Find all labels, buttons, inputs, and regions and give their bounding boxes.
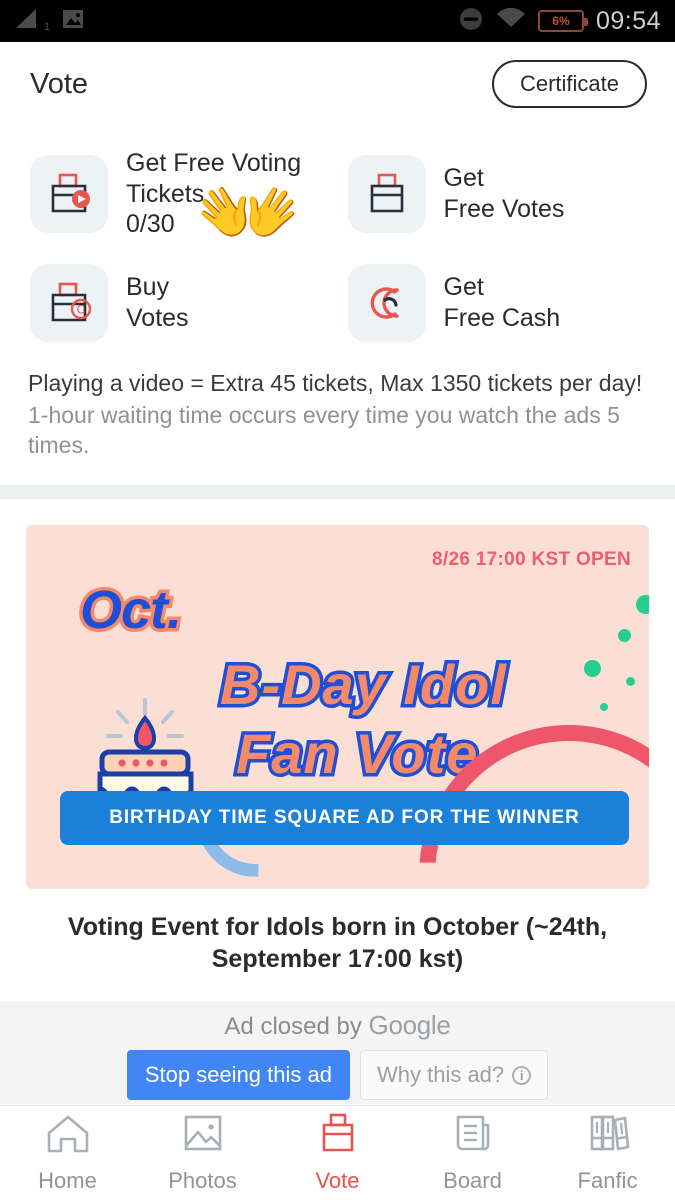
page-header: Vote Certificate bbox=[0, 42, 675, 126]
ad-closed-text: Ad closed by bbox=[224, 1013, 369, 1040]
event-title: Voting Event for Idols born in October (… bbox=[67, 912, 608, 974]
winner-banner-text: BIRTHDAY TIME SQUARE AD FOR THE WINNER bbox=[109, 806, 580, 828]
notice-block: Playing a video = Extra 45 tickets, Max … bbox=[0, 354, 675, 461]
google-brand-text: Google bbox=[368, 1010, 451, 1040]
nav-label: Home bbox=[38, 1167, 97, 1193]
status-bar: 1 6% 09:54 bbox=[0, 0, 675, 42]
bottom-navigation: Home Photos Vote Board Fanfic bbox=[0, 1105, 675, 1200]
info-icon: i bbox=[512, 1065, 532, 1085]
board-icon bbox=[450, 1113, 496, 1161]
home-icon bbox=[45, 1113, 91, 1161]
nav-item-photos[interactable]: Photos bbox=[135, 1113, 270, 1194]
nav-item-fanfic[interactable]: Fanfic bbox=[540, 1113, 675, 1194]
svg-text:C: C bbox=[77, 302, 86, 316]
notice-main-text: Playing a video = Extra 45 tickets, Max … bbox=[28, 369, 643, 396]
status-bar-right: 6% 09:54 bbox=[458, 6, 661, 37]
tile-label: Get Free Cash bbox=[443, 273, 561, 332]
signal-bars-icon bbox=[14, 7, 42, 36]
tile-get-free-votes[interactable]: Get Free Votes bbox=[338, 136, 656, 252]
battery-icon: 6% bbox=[537, 10, 588, 32]
notice-sub-text: 1-hour waiting time occurs every time yo… bbox=[28, 401, 620, 459]
ballot-box-play-icon bbox=[30, 154, 108, 233]
stop-seeing-this-ad-button[interactable]: Stop seeing this ad bbox=[126, 1050, 350, 1100]
ballot-box-icon bbox=[315, 1113, 361, 1161]
battery-percent: 6% bbox=[552, 14, 570, 28]
photos-icon bbox=[180, 1113, 226, 1161]
status-bar-clock: 09:54 bbox=[595, 6, 661, 35]
tile-label: Get Free Voting Tickets 0/30 bbox=[126, 149, 302, 238]
banner-title-line1: B-Day Idol bbox=[217, 649, 510, 719]
nav-label: Board bbox=[443, 1167, 502, 1193]
banner-title-line2: Fan Vote bbox=[232, 718, 480, 788]
nav-item-home[interactable]: Home bbox=[0, 1113, 135, 1194]
photo-icon bbox=[60, 7, 86, 36]
ad-closed-label: Ad closed by Google bbox=[224, 1010, 450, 1041]
nav-label: Photos bbox=[168, 1167, 237, 1193]
ad-buttons-row: Stop seeing this ad Why this ad? i bbox=[126, 1050, 549, 1100]
certificate-button[interactable]: Certificate bbox=[491, 60, 647, 108]
sim-label: 1 bbox=[44, 20, 51, 33]
why-this-ad-label: Why this ad? bbox=[376, 1062, 505, 1087]
page-title: Vote bbox=[30, 67, 89, 100]
why-this-ad-button[interactable]: Why this ad? i bbox=[359, 1050, 549, 1100]
tile-buy-votes[interactable]: C Buy Votes bbox=[20, 252, 338, 354]
banner-section: 8/26 17:00 KST OPEN Oct. B-Day Idol Fan … bbox=[0, 498, 675, 976]
do-not-disturb-icon bbox=[458, 6, 484, 37]
tile-get-free-voting-tickets[interactable]: Get Free Voting Tickets 0/30 bbox=[20, 136, 338, 252]
event-banner[interactable]: 8/26 17:00 KST OPEN Oct. B-Day Idol Fan … bbox=[26, 524, 649, 889]
wifi-icon bbox=[496, 7, 526, 36]
cash-c-icon bbox=[347, 263, 426, 342]
ad-control-bar: Ad closed by Google Stop seeing this ad … bbox=[0, 1001, 675, 1105]
nav-item-vote[interactable]: Vote bbox=[270, 1113, 405, 1194]
winner-banner-bar: BIRTHDAY TIME SQUARE AD FOR THE WINNER bbox=[60, 790, 629, 845]
status-bar-left: 1 bbox=[14, 7, 86, 36]
banner-month-text: Oct. bbox=[76, 576, 185, 643]
banner-date-badge: 8/26 17:00 KST OPEN bbox=[432, 548, 631, 570]
nav-label: Vote bbox=[315, 1167, 360, 1193]
books-icon bbox=[585, 1113, 631, 1161]
nav-label: Fanfic bbox=[577, 1167, 638, 1193]
tile-label: Get Free Votes bbox=[443, 164, 565, 223]
ballot-box-icon bbox=[347, 154, 426, 233]
tile-get-free-cash[interactable]: Get Free Cash bbox=[338, 252, 656, 354]
menu-grid: Get Free Voting Tickets 0/30 Get Free Vo… bbox=[0, 126, 675, 354]
tile-label: Buy Votes bbox=[126, 273, 189, 332]
ballot-box-coin-icon: C bbox=[30, 263, 108, 342]
nav-item-board[interactable]: Board bbox=[405, 1113, 540, 1194]
section-divider bbox=[0, 484, 675, 499]
